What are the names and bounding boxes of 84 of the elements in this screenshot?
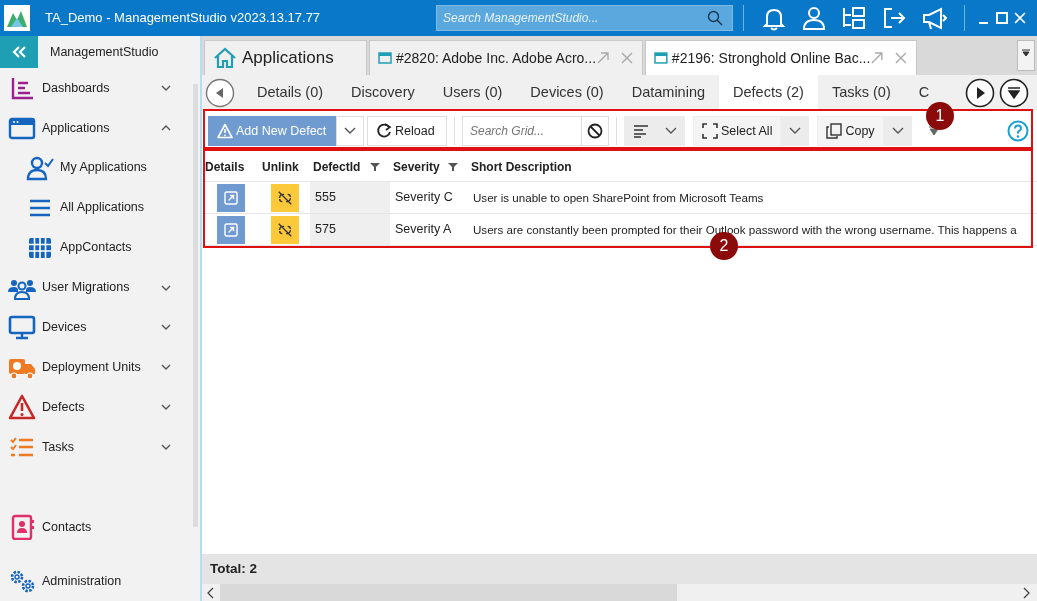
column-header[interactable]: Severity bbox=[393, 157, 440, 176]
sidebar-item[interactable]: Administration bbox=[0, 561, 200, 601]
section-tab[interactable]: Datamining bbox=[617, 75, 720, 110]
sidebar-item[interactable]: Deployment Units bbox=[0, 347, 200, 388]
column-header[interactable]: DefectId bbox=[313, 157, 361, 176]
chevron-down-icon bbox=[891, 127, 904, 135]
sidebar-item[interactable]: Tasks bbox=[0, 427, 200, 468]
filter-icon[interactable] bbox=[448, 161, 458, 172]
scroll-left-button[interactable] bbox=[205, 77, 235, 108]
section-tab[interactable]: Devices (0) bbox=[516, 75, 618, 110]
column-header[interactable]: Details bbox=[205, 157, 245, 176]
search-field[interactable]: Search ManagementStudio... bbox=[436, 5, 733, 31]
warning-icon bbox=[217, 123, 233, 139]
window-title: TA_Demo - ManagementStudio v2023.13.17.77 bbox=[45, 9, 321, 28]
sidebar-item[interactable]: Applications bbox=[0, 107, 200, 148]
document-tab[interactable]: Applications bbox=[204, 40, 367, 75]
user-check-icon bbox=[26, 154, 54, 181]
broken-link-icon bbox=[276, 221, 293, 238]
scroll-right-icon[interactable] bbox=[1021, 586, 1031, 599]
table-cell-text: Severity A bbox=[394, 221, 453, 239]
open-link-icon bbox=[223, 190, 238, 205]
caret-down-icon bbox=[1022, 49, 1030, 57]
double-chevron-left-icon bbox=[11, 45, 27, 59]
section-tab[interactable]: Tasks (0) bbox=[817, 75, 905, 110]
help-icon[interactable] bbox=[1007, 120, 1029, 142]
section-tab[interactable]: Details (0) bbox=[243, 75, 338, 110]
sidebar-item[interactable]: Contacts bbox=[0, 507, 200, 548]
megaphone-icon[interactable] bbox=[921, 5, 947, 31]
scroll-left-icon[interactable] bbox=[206, 586, 216, 599]
window-icon bbox=[654, 52, 668, 64]
section-tab[interactable]: C bbox=[904, 83, 944, 100]
sign-out-icon[interactable] bbox=[881, 5, 907, 31]
text-align-icon bbox=[632, 124, 649, 138]
column-header[interactable]: Unlink bbox=[262, 157, 299, 176]
gears-icon bbox=[8, 568, 36, 594]
reload-button[interactable]: Reload bbox=[367, 116, 447, 146]
broken-link-icon bbox=[276, 189, 293, 206]
chevron-down-icon bbox=[665, 127, 677, 135]
copy-icon bbox=[826, 123, 843, 139]
warning-icon bbox=[8, 394, 36, 421]
column-header[interactable]: Short Description bbox=[471, 157, 572, 176]
monitor-icon bbox=[8, 314, 36, 341]
collapse-button[interactable] bbox=[0, 36, 38, 68]
select-all-button[interactable]: Select All bbox=[693, 116, 782, 146]
unlink-button[interactable] bbox=[270, 183, 299, 212]
section-tab[interactable]: Users (0) bbox=[428, 75, 517, 110]
table-cell-text: Severity C bbox=[394, 189, 454, 207]
filter-icon[interactable] bbox=[370, 161, 380, 172]
prohibited-icon bbox=[587, 123, 603, 139]
sidebar-item[interactable]: AppContacts bbox=[0, 227, 200, 268]
open-details-button[interactable] bbox=[216, 183, 245, 212]
home-icon bbox=[213, 47, 237, 69]
align-button[interactable] bbox=[624, 116, 657, 146]
sidebar-item[interactable]: User Migrations bbox=[0, 267, 200, 308]
filter-menu-icon[interactable] bbox=[928, 126, 939, 136]
copy-button[interactable]: Copy bbox=[817, 116, 884, 146]
maximize-icon[interactable] bbox=[995, 11, 1009, 25]
scroll-right-button[interactable] bbox=[965, 77, 995, 108]
hierarchy-icon[interactable] bbox=[841, 5, 867, 31]
tab-menu-button[interactable] bbox=[999, 77, 1029, 108]
total-label: Total: 2 bbox=[202, 554, 1037, 584]
section-tab[interactable]: Discovery bbox=[337, 75, 429, 110]
sidebar-header: ManagementStudio bbox=[50, 43, 159, 61]
open-details-button[interactable] bbox=[216, 215, 245, 244]
search-field[interactable]: Search Grid... bbox=[462, 116, 582, 146]
table-cell: 575 bbox=[310, 214, 390, 245]
window-icon bbox=[378, 52, 392, 64]
reload-icon bbox=[376, 123, 392, 139]
tab-list-button[interactable] bbox=[1017, 40, 1035, 71]
table-cell-text: User is unable to open SharePoint from Microsoft Teams bbox=[472, 189, 765, 206]
select-frame-icon bbox=[702, 123, 718, 139]
section-tab[interactable]: Defects (2) bbox=[719, 75, 818, 110]
chevron-down-icon bbox=[789, 127, 802, 135]
clear-search-button[interactable] bbox=[581, 116, 609, 146]
chevron-down-icon bbox=[344, 127, 356, 135]
open-link-icon bbox=[223, 222, 238, 237]
table-cell: 555 bbox=[310, 182, 390, 213]
user-icon[interactable] bbox=[801, 5, 827, 31]
sidebar-item[interactable]: My Applications bbox=[0, 147, 200, 188]
unlink-button[interactable] bbox=[270, 215, 299, 244]
sidebar-item[interactable]: Defects bbox=[0, 387, 200, 428]
sidebar-item[interactable]: Devices bbox=[0, 307, 200, 348]
sidebar-item[interactable]: Dashboards bbox=[0, 68, 200, 108]
sidebar-item[interactable]: All Applications bbox=[0, 187, 200, 228]
